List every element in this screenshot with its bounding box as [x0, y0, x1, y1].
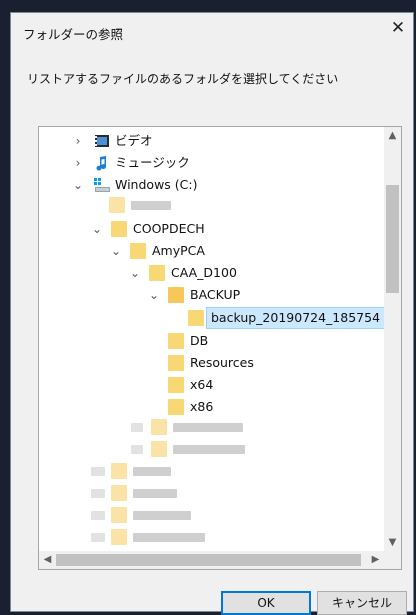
tree-item-windows-drive[interactable]: ⌄ Windows (C:)	[39, 175, 379, 195]
scroll-right-arrow-icon[interactable]: ▶	[367, 551, 384, 569]
vertical-scroll-thumb[interactable]	[386, 185, 399, 293]
folder-icon	[111, 221, 127, 237]
ok-button[interactable]: OK	[221, 591, 311, 615]
tree-item-backup-20190724[interactable]: backup_20190724_185754	[39, 307, 384, 329]
collapse-chevron-icon[interactable]: ⌄	[129, 263, 141, 283]
tree-item-label: DB	[190, 333, 209, 348]
tree-item-db[interactable]: DB	[39, 331, 379, 351]
collapse-chevron-icon[interactable]: ⌄	[148, 285, 160, 305]
blurred-label	[133, 511, 191, 520]
blurred-folder-icon	[111, 485, 127, 501]
folder-tree[interactable]: › ビデオ › ミュージック ⌄ Windows (C:) ⌄ COOPDECH…	[38, 126, 402, 570]
cancel-button[interactable]: キャンセル	[317, 591, 407, 615]
blurred-folder-icon	[151, 419, 167, 435]
expand-chevron-icon[interactable]: ›	[72, 131, 84, 151]
scroll-left-arrow-icon[interactable]: ◀	[39, 551, 56, 569]
tree-viewport: › ビデオ › ミュージック ⌄ Windows (C:) ⌄ COOPDECH…	[39, 127, 384, 551]
scroll-up-arrow-icon[interactable]: ▲	[384, 127, 401, 144]
blurred-label	[173, 445, 245, 454]
instruction-text: リストアするファイルのあるフォルダを選択してください	[27, 72, 339, 86]
collapse-chevron-icon[interactable]: ⌄	[72, 175, 84, 195]
tree-item-label: COOPDECH	[133, 221, 205, 236]
folder-icon	[188, 310, 204, 326]
music-note-icon	[94, 155, 110, 171]
tree-item-videos[interactable]: › ビデオ	[39, 131, 379, 151]
tree-item-label: Windows (C:)	[115, 177, 198, 192]
scrollbar-corner	[384, 551, 401, 569]
folder-icon	[149, 265, 165, 281]
blurred-label	[133, 489, 177, 498]
tree-item-music[interactable]: › ミュージック	[39, 153, 379, 173]
tree-item-label: AmyPCA	[152, 243, 205, 258]
tree-item-label: backup_20190724_185754	[206, 307, 384, 329]
tree-item-label: ミュージック	[115, 155, 190, 170]
blurred-folder-icon	[109, 197, 125, 213]
tree-item-label: x64	[190, 377, 214, 392]
tree-item-coopdech[interactable]: ⌄ COOPDECH	[39, 219, 379, 239]
tree-item-x86[interactable]: x86	[39, 397, 379, 417]
blurred-twisty	[91, 533, 105, 542]
tree-item-amypca[interactable]: ⌄ AmyPCA	[39, 241, 379, 261]
blurred-label	[131, 201, 171, 210]
blurred-folder-icon	[111, 463, 127, 479]
blurred-twisty	[91, 489, 105, 498]
tree-item-label: Resources	[190, 355, 254, 370]
folder-icon	[168, 377, 184, 393]
blurred-label	[133, 467, 171, 476]
dialog-title: フォルダーの参照	[23, 27, 124, 42]
vertical-scrollbar[interactable]: ▲ ▼	[384, 127, 401, 551]
blurred-twisty	[91, 467, 105, 476]
blurred-twisty	[131, 445, 143, 454]
blurred-label	[133, 533, 205, 542]
tree-item-label: CAA_D100	[171, 265, 237, 280]
tree-item-resources[interactable]: Resources	[39, 353, 379, 373]
drive-icon	[94, 177, 110, 193]
tree-item-x64[interactable]: x64	[39, 375, 379, 395]
blurred-twisty	[131, 423, 143, 432]
folder-icon	[130, 243, 146, 259]
blurred-folder-icon	[111, 507, 127, 523]
close-icon[interactable]: ✕	[385, 17, 411, 39]
blurred-folder-icon	[111, 529, 127, 545]
blurred-label	[173, 423, 243, 432]
video-folder-icon	[94, 133, 110, 149]
scroll-down-arrow-icon[interactable]: ▼	[384, 534, 401, 551]
expand-chevron-icon[interactable]: ›	[72, 153, 84, 173]
collapse-chevron-icon[interactable]: ⌄	[91, 219, 103, 239]
collapse-chevron-icon[interactable]: ⌄	[110, 241, 122, 261]
folder-icon	[168, 355, 184, 371]
folder-icon	[168, 399, 184, 415]
tree-item-backup[interactable]: ⌄ BACKUP	[39, 285, 379, 305]
blurred-folder-icon	[151, 441, 167, 457]
folder-open-icon	[168, 287, 184, 303]
horizontal-scrollbar[interactable]: ◀ ▶	[39, 551, 384, 569]
blurred-twisty	[91, 511, 105, 520]
horizontal-scroll-thumb[interactable]	[56, 554, 361, 566]
tree-item-caa-d100[interactable]: ⌄ CAA_D100	[39, 263, 379, 283]
tree-item-label: x86	[190, 399, 214, 414]
folder-browse-dialog: フォルダーの参照 ✕ リストアするファイルのあるフォルダを選択してください › …	[10, 12, 414, 615]
folder-icon	[168, 333, 184, 349]
tree-item-label: ビデオ	[115, 133, 153, 148]
tree-item-label: BACKUP	[190, 287, 241, 302]
